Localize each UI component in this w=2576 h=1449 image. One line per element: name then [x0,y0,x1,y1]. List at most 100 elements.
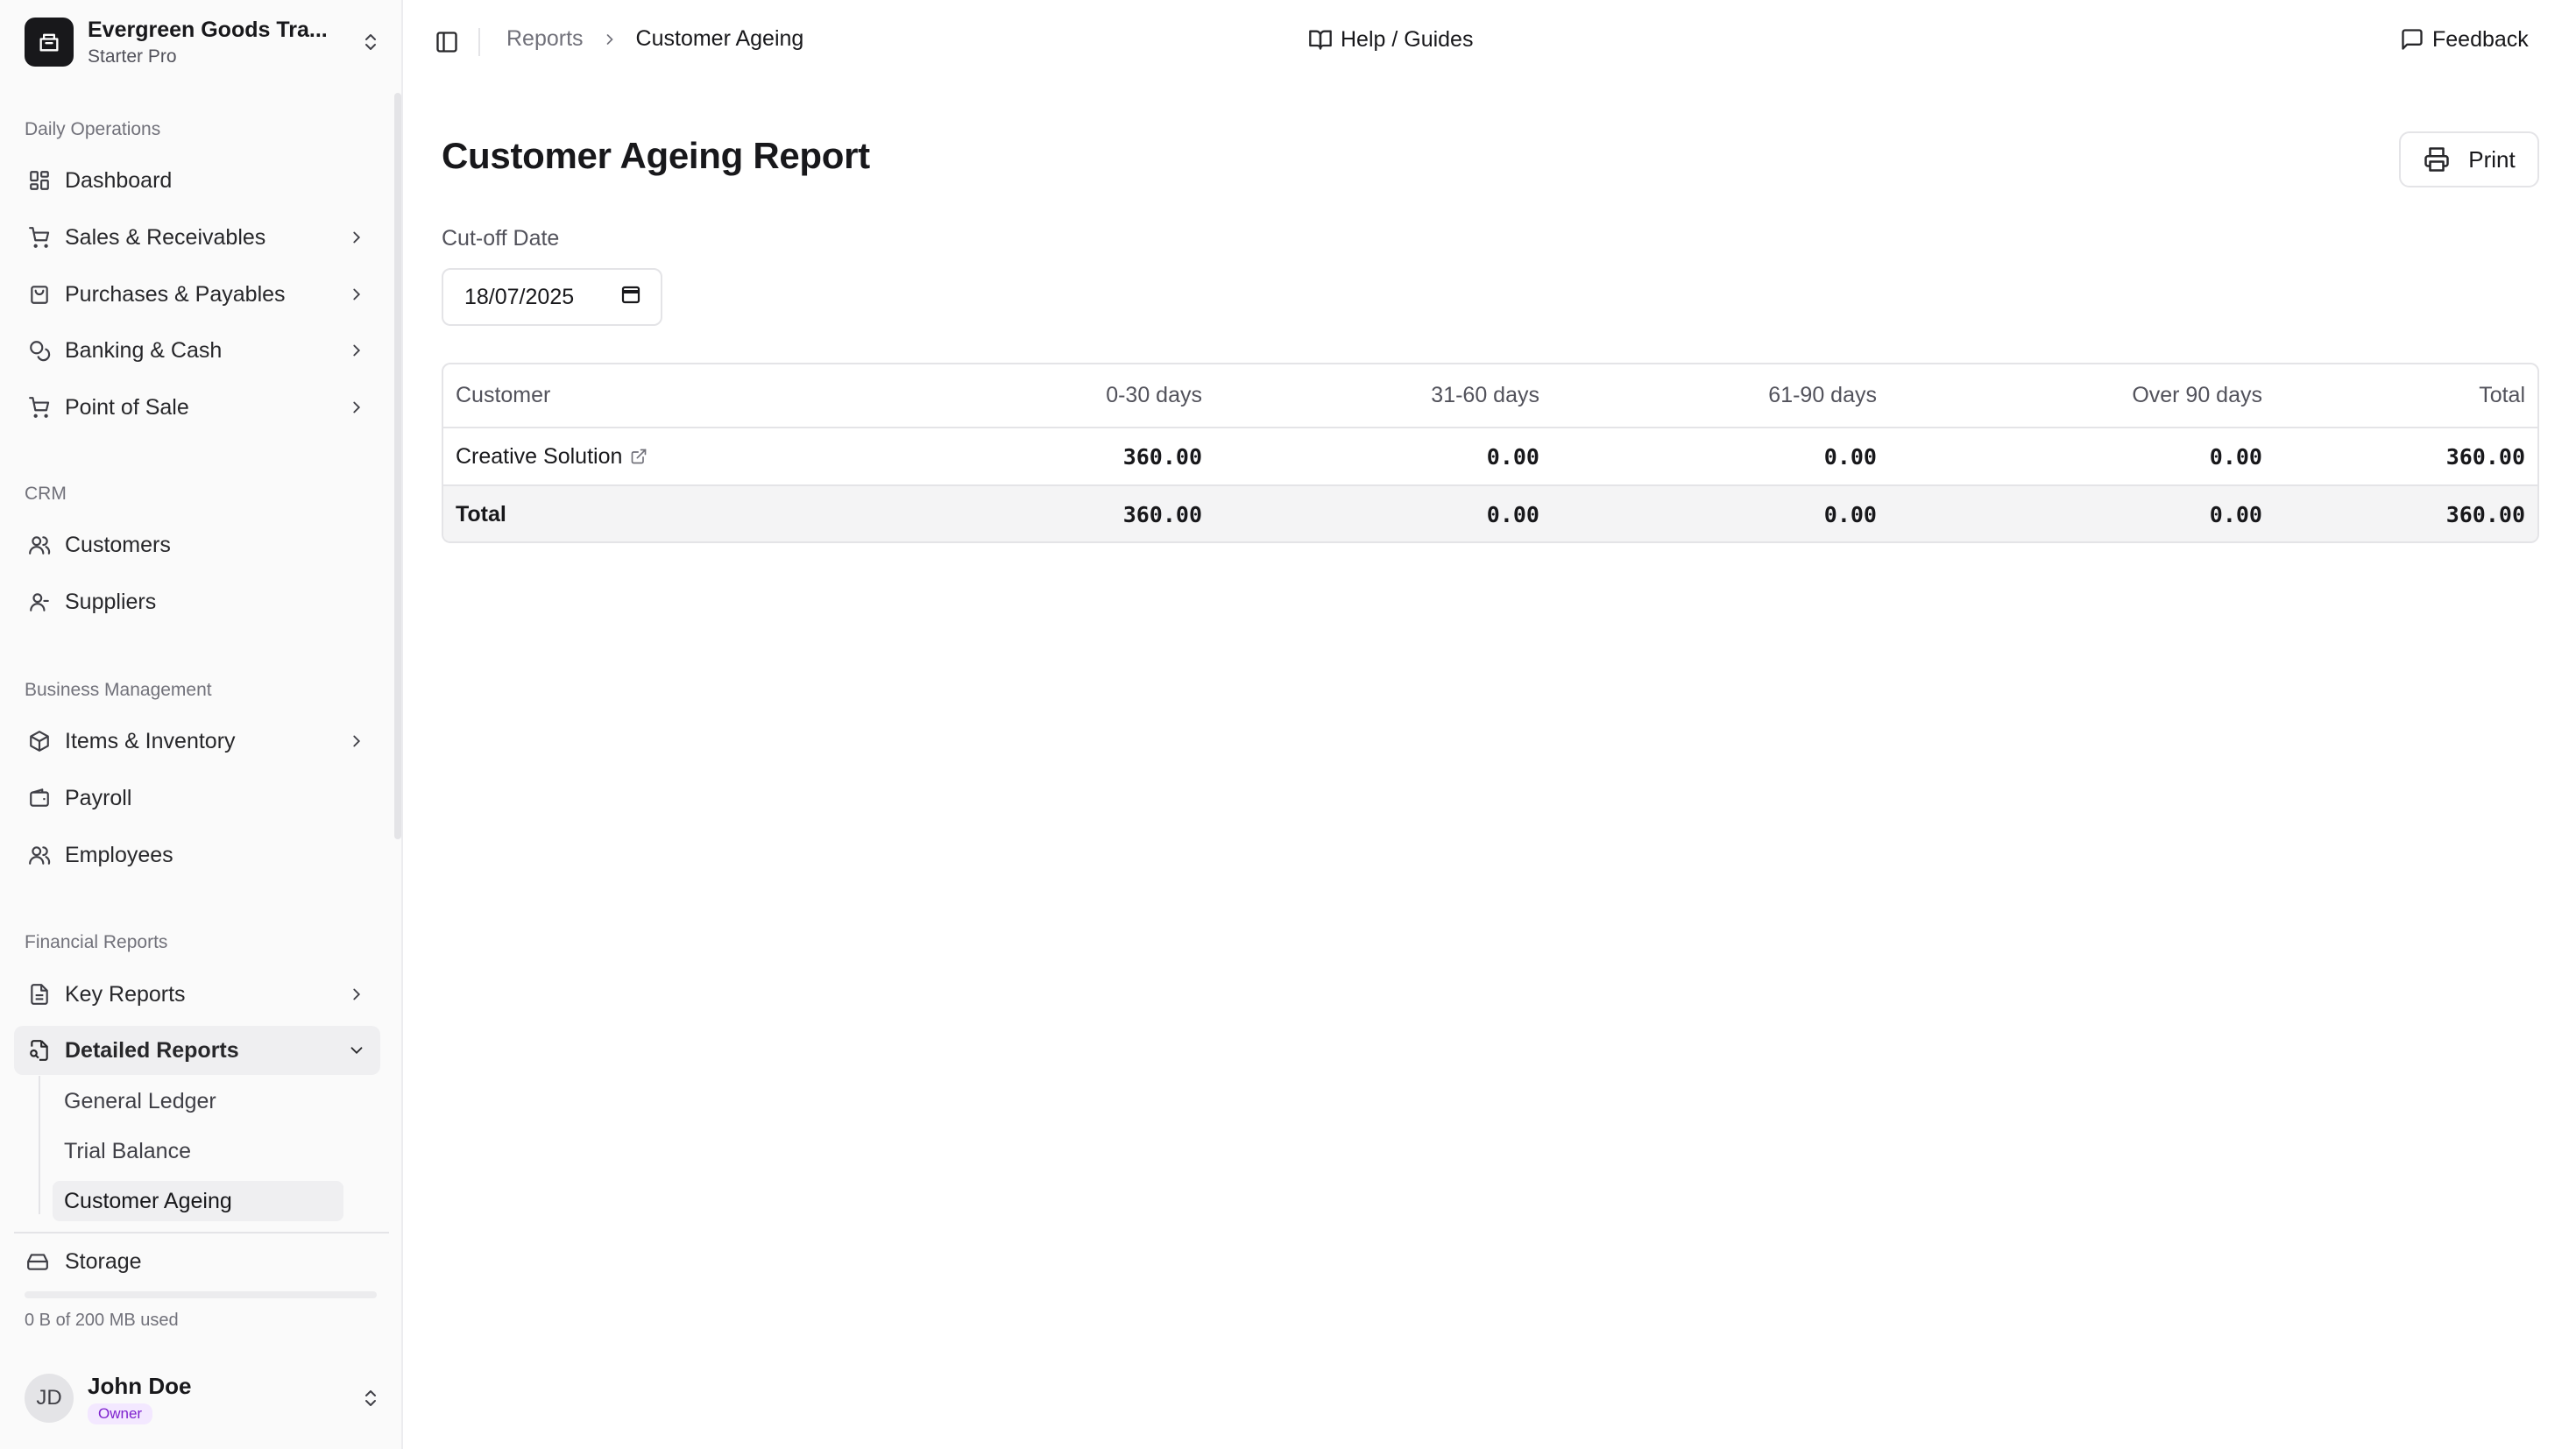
message-square-icon [2399,26,2425,53]
cutoff-date-input[interactable]: 18/07/2025 [442,268,662,326]
help-guides-link[interactable]: Help / Guides [1307,26,1473,53]
column-header-0-30: 0-30 days [1106,383,1202,407]
section-business-management: Business Management [25,680,212,700]
column-header-31-60: 31-60 days [1431,383,1539,407]
chevron-right-icon [343,281,370,307]
total-31-60: 0.00 [1486,502,1539,527]
external-link-icon [629,447,648,466]
sidebar-item-dashboard[interactable]: Dashboard [14,156,380,205]
column-header-over-90: Over 90 days [2132,383,2262,407]
sidebar-item-point-of-sale[interactable]: Point of Sale [14,383,380,432]
storage-section: Storage [25,1244,384,1279]
sidebar-scrollbar[interactable] [394,93,401,839]
cell-over-90: 0.00 [2209,443,2262,470]
sidebar-item-purchases[interactable]: Purchases & Payables [14,270,380,319]
storage-label: Storage [65,1248,142,1274]
totals-row: Total 360.00 0.00 0.00 0.00 360.00 [443,485,2537,541]
customer-cell: Creative Solution [443,428,873,485]
totals-label: Total [456,502,506,527]
chevron-right-icon [343,337,370,364]
calendar-icon[interactable] [620,284,641,311]
customer-name: Creative Solution [456,443,623,469]
chevron-right-icon [601,31,619,48]
sidebar-item-label: Dashboard [65,167,173,193]
cutoff-date-value: 18/07/2025 [464,284,575,309]
table-row: Creative Solution 360.00 0.00 0.00 0.00 … [443,428,2537,485]
sidebar-item-label: Payroll [65,785,132,810]
org-switcher[interactable]: Evergreen Goods Tra... Starter Pro [25,16,384,68]
sidebar-item-detailed-reports[interactable]: Detailed Reports [14,1026,380,1075]
sidebar-item-customers[interactable]: Customers [14,520,380,569]
package-icon [26,728,53,754]
help-guides-label: Help / Guides [1341,26,1474,52]
chevrons-up-down-icon [357,1381,384,1416]
cell-31-60: 0.00 [1486,443,1539,470]
section-crm: CRM [25,484,67,504]
total-grand: 360.00 [2445,502,2525,527]
sidebar-item-label: Detailed Reports [65,1037,239,1063]
sidebar-subitem-customer-ageing[interactable]: Customer Ageing [53,1181,343,1221]
role-badge: Owner [88,1403,153,1424]
store-icon [25,18,74,67]
customer-link[interactable]: Creative Solution [456,444,648,470]
cell-total: 360.00 [2445,443,2525,470]
chevron-right-icon [343,728,370,754]
sidebar-item-key-reports[interactable]: Key Reports [14,970,380,1019]
breadcrumb: Reports Customer Ageing [506,26,803,52]
sidebar-toggle-icon[interactable] [431,26,463,58]
sidebar-item-label: Point of Sale [65,394,189,420]
storage-usage-text: 0 B of 200 MB used [25,1311,179,1330]
sidebar-item-employees[interactable]: Employees [14,831,380,880]
book-open-icon [1307,26,1334,53]
column-header-61-90: 61-90 days [1768,383,1877,407]
user-icon [26,589,53,615]
sidebar-item-items-inventory[interactable]: Items & Inventory [14,717,380,766]
sidebar-item-label: Key Reports [65,981,186,1007]
section-daily-operations: Daily Operations [25,119,161,139]
hard-drive-icon [25,1248,54,1275]
wallet-icon [26,785,53,811]
org-name: Evergreen Goods Tra... [88,17,328,42]
table-header-row: Customer 0-30 days 31-60 days 61-90 days… [443,364,2537,428]
shopping-cart-icon [26,394,53,421]
sidebar-divider [14,1232,389,1233]
print-button[interactable]: Print [2399,131,2539,187]
total-61-90: 0.00 [1823,502,1877,527]
feedback-link[interactable]: Feedback [2399,26,2529,53]
sidebar-item-label: Items & Inventory [65,728,236,753]
column-header-customer: Customer [456,383,551,407]
printer-icon [2423,145,2451,173]
layout-grid-icon [26,167,53,194]
sidebar-item-label: Sales & Receivables [65,224,266,250]
cutoff-date-label: Cut-off Date [442,226,560,251]
sidebar-item-banking[interactable]: Banking & Cash [14,326,380,375]
shopping-cart-icon [26,224,53,251]
chevron-right-icon [343,394,370,421]
total-over-90: 0.00 [2209,502,2262,527]
sidebar-item-label: Customers [65,532,171,557]
breadcrumb-current: Customer Ageing [635,26,804,51]
total-0-30: 360.00 [1122,502,1202,527]
print-label: Print [2468,145,2516,173]
user-name: John Doe [88,1372,192,1399]
feedback-label: Feedback [2432,26,2529,52]
users-icon [26,842,53,868]
breadcrumb-reports-link[interactable]: Reports [506,26,584,52]
column-header-total: Total [2479,383,2525,407]
top-bar: Reports Customer Ageing Help / Guides Fe… [405,0,2576,84]
sidebar-item-payroll[interactable]: Payroll [14,774,380,823]
sidebar-subitem-general-ledger[interactable]: General Ledger [53,1081,343,1121]
sidebar-item-label: Suppliers [65,589,157,614]
user-menu[interactable]: JD John Doe Owner [25,1372,384,1424]
sidebar-item-suppliers[interactable]: Suppliers [14,577,380,626]
chevrons-up-down-icon [357,25,384,60]
cell-61-90: 0.00 [1823,443,1877,470]
sidebar-item-sales[interactable]: Sales & Receivables [14,213,380,262]
page-title: Customer Ageing Report [442,135,870,176]
avatar: JD [25,1374,74,1423]
section-financial-reports: Financial Reports [25,932,168,952]
sidebar-subitem-trial-balance[interactable]: Trial Balance [53,1131,343,1171]
chevron-right-icon [343,981,370,1007]
sidebar: Evergreen Goods Tra... Starter Pro Daily… [0,0,403,1449]
users-icon [26,532,53,558]
